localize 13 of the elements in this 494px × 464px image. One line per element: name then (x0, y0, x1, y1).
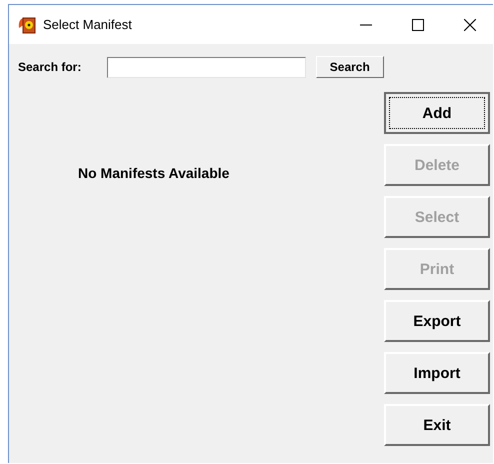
close-icon (464, 18, 476, 30)
action-button[interactable]: Export (384, 300, 490, 342)
minimize-icon (360, 24, 372, 26)
search-label: Search for: (18, 60, 82, 74)
search-field[interactable] (106, 56, 306, 78)
action-button[interactable]: Exit (384, 404, 490, 446)
window-title: Select Manifest (43, 17, 133, 32)
empty-message: No Manifests Available (78, 165, 230, 181)
app-icon (17, 16, 37, 34)
action-button[interactable]: Add (384, 92, 490, 134)
search-button[interactable]: Search (316, 56, 384, 78)
maximize-icon (412, 18, 424, 30)
action-button[interactable]: Import (384, 352, 490, 394)
